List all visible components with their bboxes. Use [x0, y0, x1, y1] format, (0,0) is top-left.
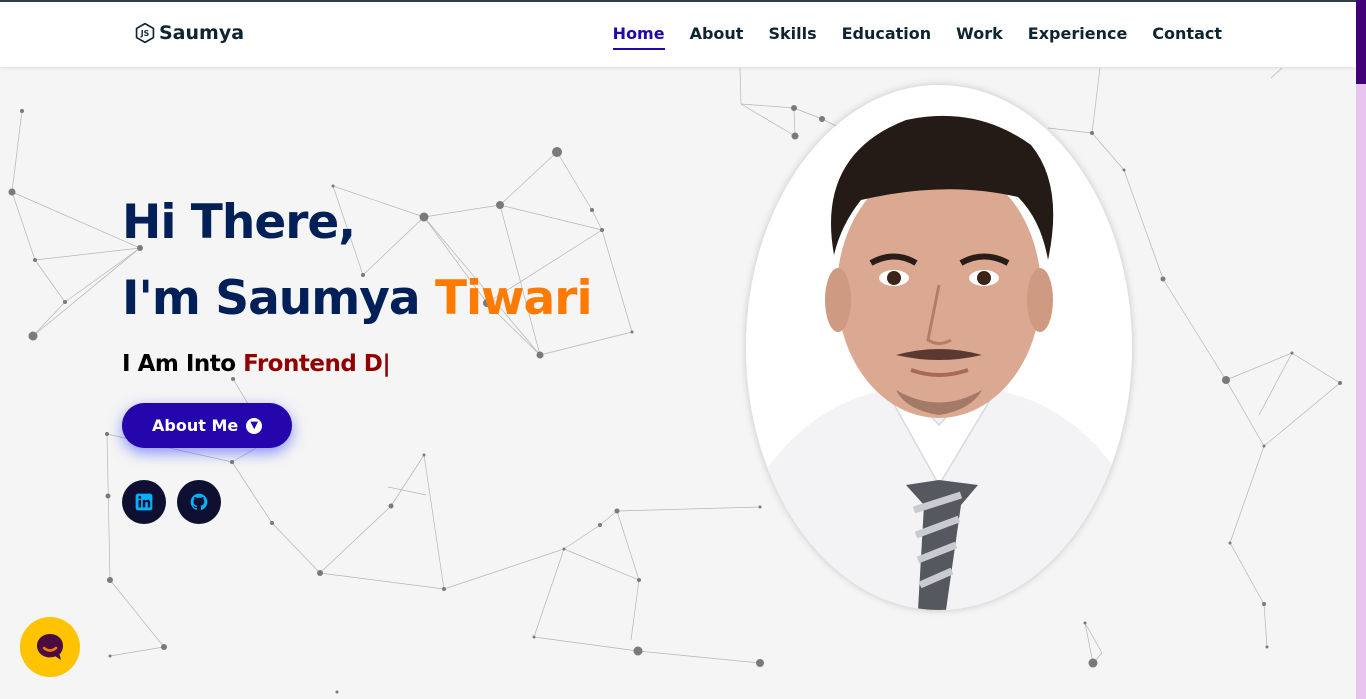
- social-links: [122, 480, 592, 524]
- profile-photo-illustration: [746, 85, 1132, 610]
- typed-line: I Am Into Frontend D|: [122, 351, 592, 377]
- arrow-down-circle-icon: ▼: [246, 417, 263, 434]
- nav-contact[interactable]: Contact: [1152, 24, 1222, 50]
- logo-text: Saumya: [159, 22, 245, 44]
- about-me-button[interactable]: About Me ▼: [122, 403, 293, 448]
- typed-text: Frontend D: [243, 351, 383, 377]
- profile-photo: [746, 85, 1132, 610]
- hero-heading: Hi There, I'm Saumya Tiwari: [122, 185, 593, 337]
- chat-widget-button[interactable]: [20, 617, 80, 677]
- intro: I'm Saumya: [122, 271, 421, 326]
- nav-about[interactable]: About: [690, 24, 744, 50]
- github-icon: [190, 493, 208, 511]
- hero-section: Hi There, I'm Saumya Tiwari I Am Into Fr…: [122, 185, 593, 524]
- linkedin-icon: [135, 493, 153, 511]
- typed-cursor: |: [382, 351, 391, 377]
- svg-text:JS: JS: [140, 29, 150, 38]
- nav-education[interactable]: Education: [842, 24, 932, 50]
- nav-experience[interactable]: Experience: [1028, 24, 1128, 50]
- logo[interactable]: JS Saumya: [134, 22, 244, 44]
- greeting: Hi There,: [122, 195, 356, 250]
- typed-prefix: I Am Into: [122, 351, 236, 377]
- scrollbar-thumb[interactable]: [1356, 0, 1366, 84]
- nav-skills[interactable]: Skills: [768, 24, 816, 50]
- site-header: JS Saumya Home About Skills Education Wo…: [0, 2, 1356, 67]
- chat-bubble-icon: [37, 634, 63, 660]
- linkedin-link[interactable]: [122, 480, 166, 524]
- nav-work[interactable]: Work: [956, 24, 1003, 50]
- name-accent: Tiwari: [434, 271, 593, 326]
- nav-home[interactable]: Home: [612, 24, 665, 50]
- nodejs-js-icon: JS: [135, 22, 155, 44]
- about-me-label: About Me: [152, 416, 239, 435]
- scrollbar-track[interactable]: [1356, 0, 1366, 699]
- top-border: [0, 0, 1366, 2]
- main-nav: Home About Skills Education Work Experie…: [612, 24, 1222, 50]
- github-link[interactable]: [177, 480, 221, 524]
